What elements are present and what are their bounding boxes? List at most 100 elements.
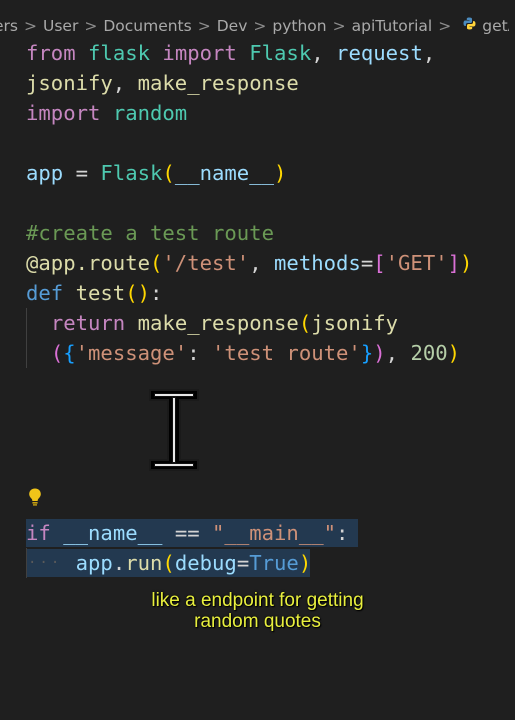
code-editor[interactable]: from flask import Flask, request, jsonify… bbox=[26, 38, 506, 578]
code-token: [ bbox=[373, 251, 386, 275]
code-token: def bbox=[26, 281, 64, 305]
caption-line-2: random quotes bbox=[194, 611, 321, 632]
code-line[interactable]: app = Flask(__name__) bbox=[26, 158, 506, 188]
code-token: import bbox=[26, 101, 101, 125]
code-token: run bbox=[125, 551, 163, 575]
code-token: ( bbox=[50, 341, 64, 365]
breadcrumb-item[interactable]: apiTutorial bbox=[352, 17, 433, 35]
breadcrumb-item[interactable]: ers bbox=[0, 17, 18, 35]
code-token: random bbox=[112, 101, 188, 125]
code-token: , bbox=[112, 71, 138, 95]
code-token: : bbox=[187, 341, 213, 365]
breadcrumb-separator: > bbox=[332, 17, 346, 35]
code-token: { bbox=[63, 341, 76, 365]
breadcrumb-item[interactable]: Documents bbox=[103, 17, 191, 35]
code-line[interactable] bbox=[26, 488, 506, 518]
code-token: , bbox=[385, 341, 411, 365]
code-token: ) bbox=[373, 341, 386, 365]
breadcrumb: ers > User > Documents > Dev > python > apiTutoria… bbox=[0, 12, 509, 40]
code-line[interactable] bbox=[26, 368, 506, 398]
code-token: . bbox=[112, 551, 126, 575]
code-token: 200 bbox=[410, 341, 448, 365]
code-token: __name__ bbox=[174, 161, 275, 185]
code-token: "__main__" bbox=[212, 521, 337, 545]
code-token: = bbox=[236, 551, 250, 575]
code-token: import bbox=[162, 41, 237, 65]
breadcrumb-item[interactable]: User bbox=[43, 17, 78, 35]
code-line[interactable] bbox=[26, 128, 506, 158]
code-token: } bbox=[360, 341, 374, 365]
code-token: = bbox=[360, 251, 374, 275]
code-line[interactable] bbox=[26, 428, 506, 458]
code-token: return bbox=[50, 311, 126, 335]
breadcrumb-item[interactable]: python bbox=[272, 17, 326, 35]
code-token: ) bbox=[460, 251, 473, 275]
breadcrumb-separator: > bbox=[23, 17, 37, 35]
code-line[interactable] bbox=[26, 458, 506, 488]
code-token: test bbox=[75, 281, 126, 305]
breadcrumb-item[interactable]: Dev bbox=[217, 17, 248, 35]
code-token: debug bbox=[174, 551, 237, 575]
code-token: , bbox=[249, 251, 275, 275]
breadcrumb-separator: > bbox=[438, 17, 452, 35]
code-line[interactable]: return make_response(jsonify bbox=[26, 308, 506, 338]
code-line[interactable]: import random bbox=[26, 98, 506, 128]
code-token: Flask bbox=[249, 41, 312, 65]
code-line[interactable]: ({'message': 'test route'}), 200) bbox=[26, 338, 506, 368]
subtitle-caption: like a endpoint for getting random quote… bbox=[0, 590, 515, 632]
text-cursor-ibeam-icon bbox=[146, 388, 202, 472]
code-token: jsonify bbox=[26, 71, 113, 95]
code-token: , bbox=[311, 41, 337, 65]
code-line[interactable]: app.run(debug=True) bbox=[26, 548, 506, 578]
code-token: Flask bbox=[100, 161, 163, 185]
code-token: ) bbox=[447, 341, 461, 365]
code-line[interactable]: from flask import Flask, request, bbox=[26, 38, 506, 68]
code-line[interactable] bbox=[26, 188, 506, 218]
code-token: make_response bbox=[137, 71, 299, 95]
code-token: True bbox=[249, 551, 299, 575]
code-line[interactable]: if __name__ == "__main__": bbox=[26, 518, 506, 548]
code-line[interactable] bbox=[26, 398, 506, 428]
code-token: #create a test route bbox=[26, 221, 274, 245]
code-token: ) bbox=[298, 551, 312, 575]
code-token: ] bbox=[447, 251, 461, 275]
breadcrumb-separator: > bbox=[197, 17, 211, 35]
code-token: : bbox=[150, 281, 163, 305]
code-token: ( bbox=[125, 281, 138, 305]
code-token: @app.route bbox=[26, 251, 150, 275]
code-token: : bbox=[336, 521, 349, 545]
code-line[interactable]: def test(): bbox=[26, 278, 506, 308]
code-token: from bbox=[26, 41, 76, 65]
code-token: = bbox=[63, 161, 101, 185]
code-token: ) bbox=[137, 281, 151, 305]
code-token: __name__ bbox=[63, 521, 163, 545]
code-token: ( bbox=[150, 251, 163, 275]
code-token: == bbox=[162, 521, 213, 545]
code-token: ( bbox=[162, 551, 175, 575]
code-token: 'test route' bbox=[212, 341, 361, 365]
breadcrumb-item[interactable]: getAPItutor bbox=[482, 17, 509, 35]
code-line[interactable]: @app.route('/test', methods=['GET']) bbox=[26, 248, 506, 278]
code-token: if bbox=[26, 521, 51, 545]
lightbulb-icon[interactable] bbox=[26, 487, 44, 507]
code-line[interactable]: #create a test route bbox=[26, 218, 506, 248]
code-token: '/test' bbox=[162, 251, 250, 275]
code-token: ( bbox=[162, 161, 175, 185]
breadcrumb-separator: > bbox=[84, 17, 98, 35]
code-line[interactable]: jsonify, make_response bbox=[26, 68, 506, 98]
code-token: request bbox=[336, 41, 423, 65]
code-token: flask bbox=[88, 41, 151, 65]
code-token: 'message' bbox=[75, 341, 188, 365]
code-token: make_response bbox=[137, 311, 299, 335]
breadcrumb-separator: > bbox=[253, 17, 267, 35]
